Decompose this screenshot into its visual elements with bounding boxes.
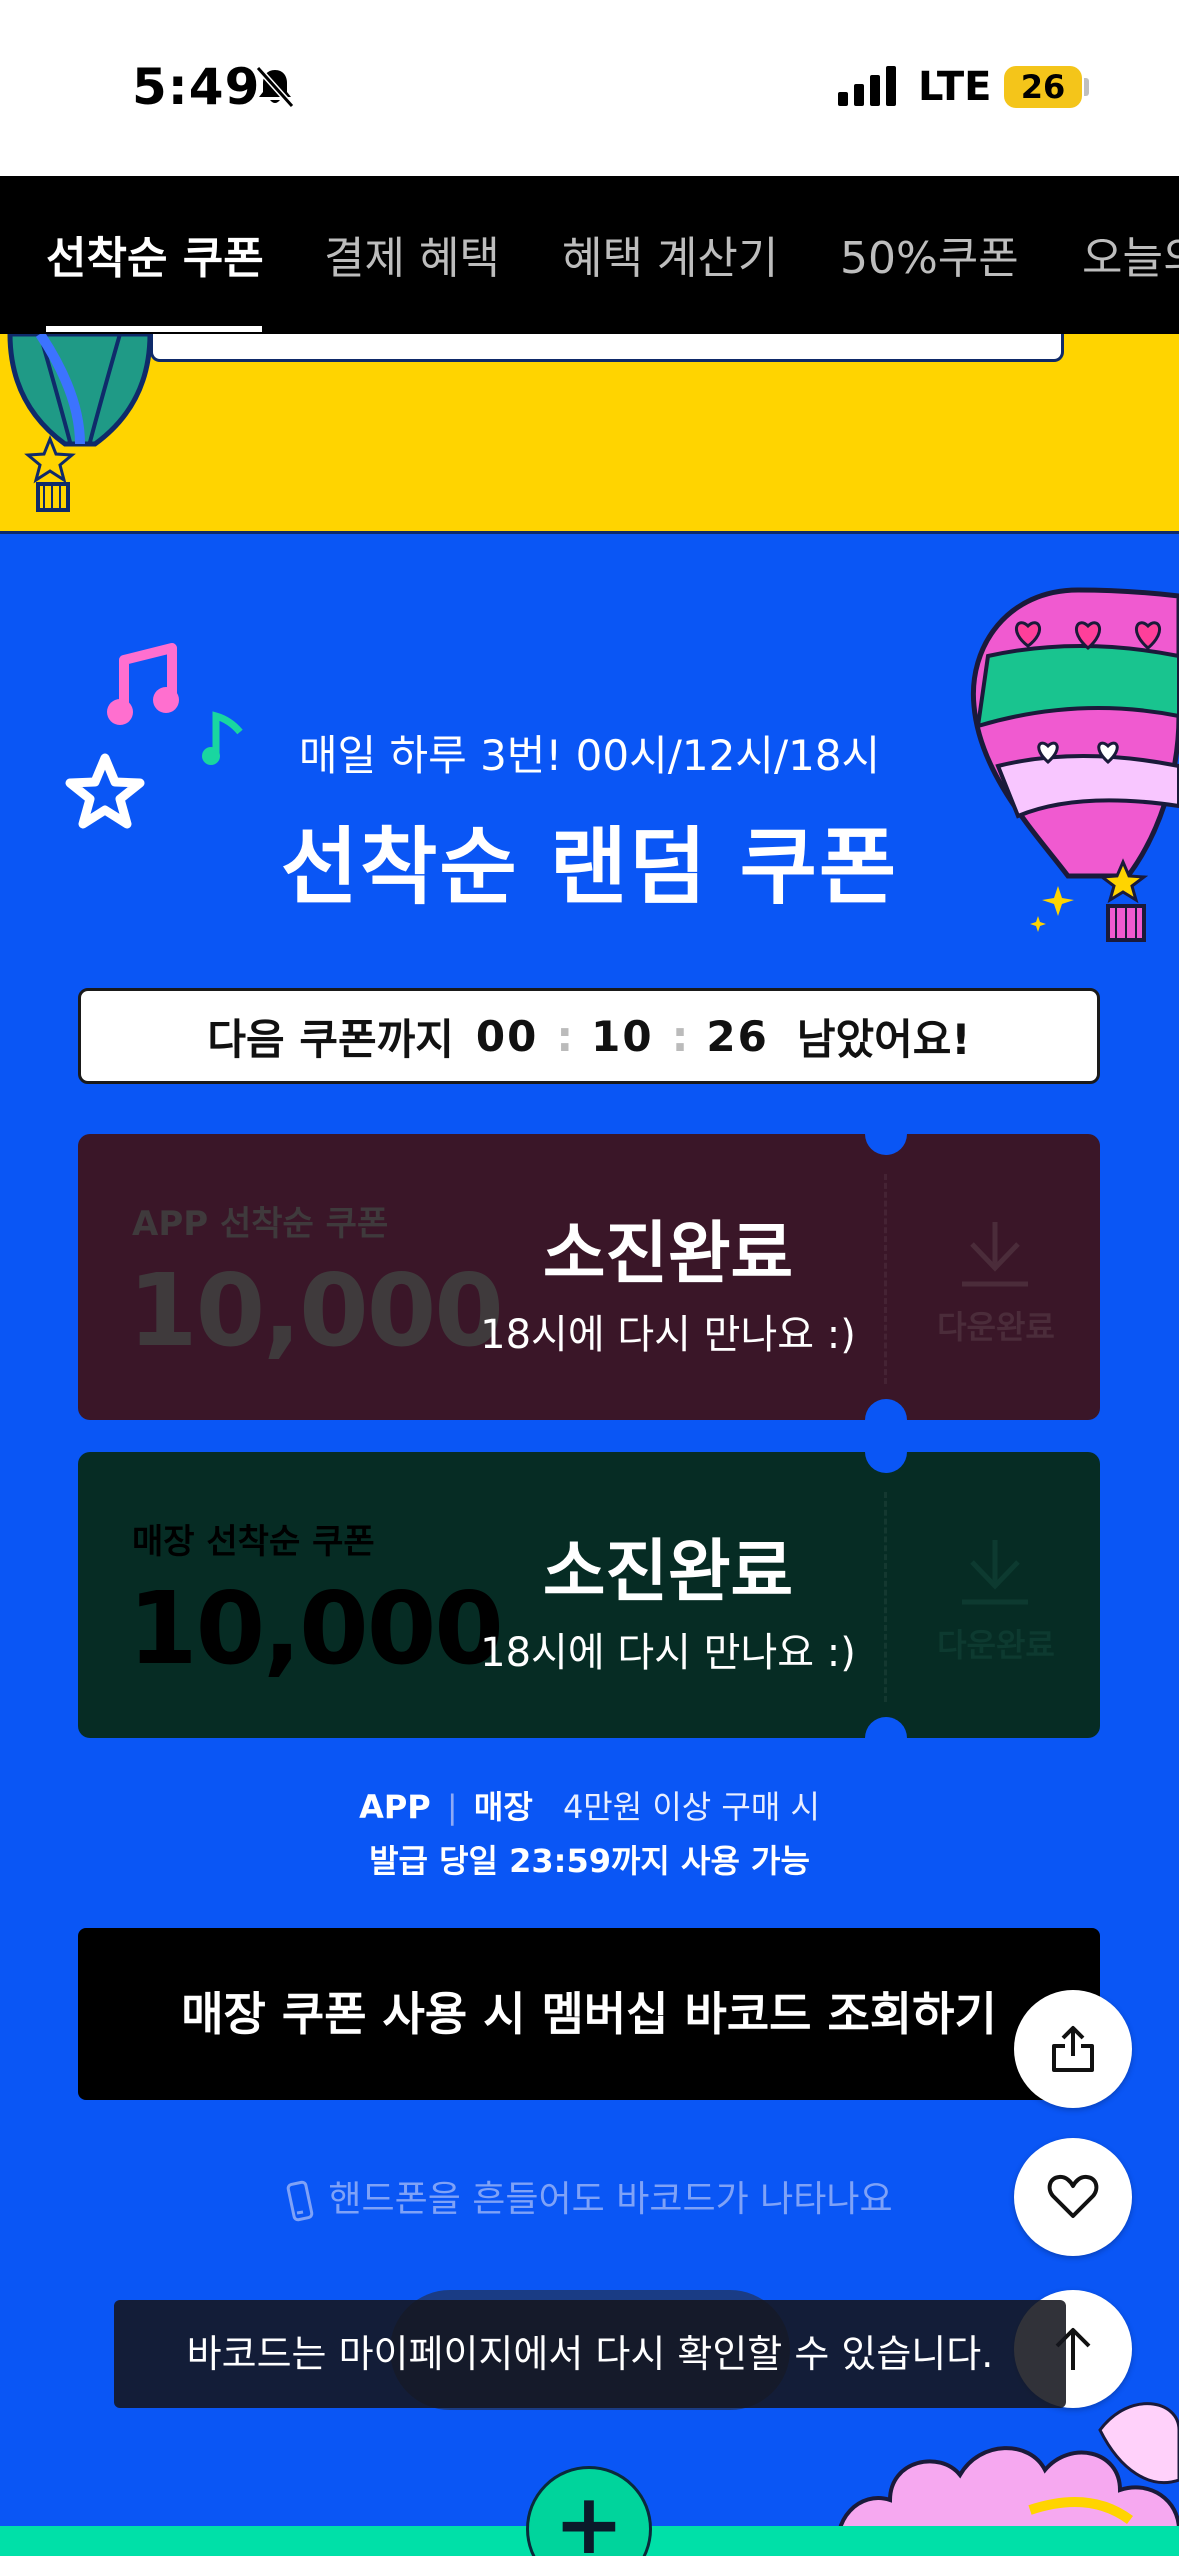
channel-separator: |: [446, 1788, 458, 1826]
sold-out-title: 소진완료: [542, 1533, 794, 1612]
tab-active-indicator: [46, 326, 262, 332]
battery-indicator: 26: [1004, 66, 1082, 108]
store-coupon-card[interactable]: 매장 선착순 쿠폰 10,000 다운완료 소진완료 18시에 다시 만나요 :…: [78, 1452, 1100, 1738]
coupon-notch: [865, 1134, 907, 1155]
tab-50-coupon[interactable]: 50%쿠폰: [840, 222, 1019, 286]
heart-icon: [1047, 2174, 1099, 2218]
hero-subtitle: 매일 하루 3번! 00시/12시/18시: [298, 731, 881, 780]
countdown-prefix: 다음 쿠폰까지: [207, 1014, 454, 1064]
coupon-notch: [865, 1399, 907, 1420]
network-type: LTE: [918, 64, 992, 110]
tab-first-come-coupon[interactable]: 선착순 쿠폰: [46, 222, 264, 286]
status-bar: 5:49 LTE 26: [0, 0, 1179, 176]
tab-bar: 선착순 쿠폰 결제 혜택 혜택 계산기 50%쿠폰 오늘의: [0, 176, 1179, 334]
share-button[interactable]: [1014, 1990, 1132, 2108]
app-coupon-card[interactable]: APP 선착순 쿠폰 10,000 다운완료 소진완료 18시에 다시 만나요 …: [78, 1134, 1100, 1420]
channel-app: APP: [359, 1788, 431, 1826]
channel-store: 매장: [473, 1788, 533, 1826]
sold-out-subtitle: 18시에 다시 만나요 :): [480, 1630, 856, 1676]
yellow-card-edge: [150, 334, 1064, 362]
countdown-hours: 00: [475, 1011, 539, 1061]
coupon-notch: [865, 1452, 907, 1473]
countdown-timer: 다음 쿠폰까지 00 : 10 : 26 남았어요!: [78, 988, 1100, 1084]
tab-payment-benefits[interactable]: 결제 혜택: [324, 222, 500, 286]
toast-message: 바코드는 마이페이지에서 다시 확인할 수 있습니다.: [114, 2300, 1066, 2408]
signal-icon: [838, 66, 896, 106]
tab-today[interactable]: 오늘의: [1082, 222, 1179, 286]
coupon-condition-note: APP | 매장 4만원 이상 구매 시: [0, 1782, 1179, 1828]
share-icon: [1052, 2026, 1094, 2072]
countdown-separator: :: [556, 1011, 574, 1061]
yellow-banner: [0, 334, 1179, 534]
bell-off-icon: [255, 65, 295, 109]
plus-icon: +: [553, 2475, 625, 2556]
validity-note: 발급 당일 23:59까지 사용 가능: [369, 1842, 810, 1880]
sold-out-subtitle: 18시에 다시 만나요 :): [480, 1312, 856, 1358]
phone-shake-icon: [287, 2180, 314, 2222]
plus-button[interactable]: +: [526, 2466, 652, 2556]
music-note-pink-icon: [107, 643, 179, 725]
countdown-minutes: 10: [591, 1011, 654, 1061]
hot-air-balloon-small-icon: [7, 334, 153, 512]
countdown-seconds: 26: [706, 1011, 769, 1061]
countdown-suffix: 남았어요!: [796, 1014, 971, 1064]
battery-tip: [1084, 78, 1089, 96]
sold-out-title: 소진완료: [542, 1215, 794, 1294]
coupon-notch: [865, 1717, 907, 1738]
membership-barcode-button[interactable]: 매장 쿠폰 사용 시 멤버십 바코드 조회하기: [78, 1928, 1100, 2100]
purchase-condition: 4만원 이상 구매 시: [562, 1788, 820, 1826]
status-time: 5:49: [132, 58, 261, 116]
shake-tip-text: 핸드폰을 흔들어도 바코드가 나타나요: [328, 2179, 893, 2220]
tab-benefit-calculator[interactable]: 혜택 계산기: [562, 222, 778, 286]
countdown-separator: :: [671, 1011, 689, 1061]
like-button[interactable]: [1014, 2138, 1132, 2256]
shake-tip: 핸드폰을 흔들어도 바코드가 나타나요: [0, 2170, 1179, 2223]
hero-title: 선착순 랜덤 쿠폰: [280, 818, 899, 916]
